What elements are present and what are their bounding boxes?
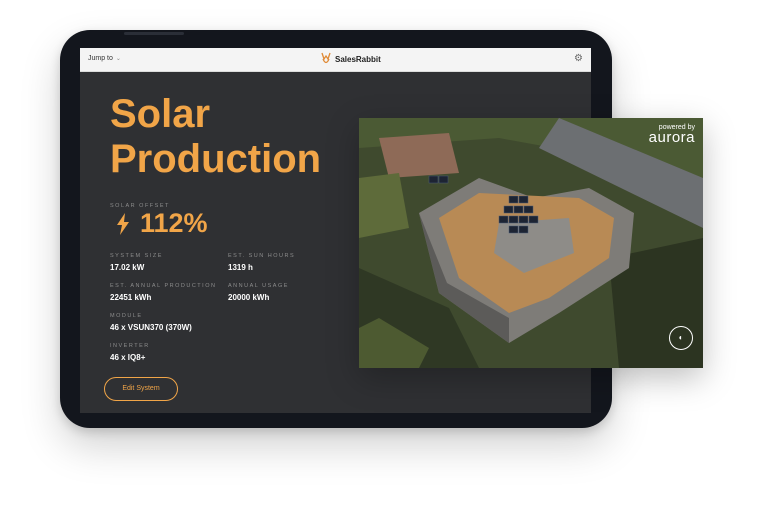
annual-usage-label: ANNUAL USAGE bbox=[228, 283, 289, 289]
title-line-2: Production bbox=[110, 137, 322, 181]
inverter-value: 46 x IQ8+ bbox=[110, 353, 146, 362]
sun-hours-label: EST. SUN HOURS bbox=[228, 253, 296, 259]
title-line-1: Solar bbox=[110, 92, 211, 136]
jump-to-menu[interactable]: Jump to ⌄ bbox=[88, 55, 121, 62]
aerial-image bbox=[359, 118, 703, 368]
lightning-icon bbox=[117, 212, 129, 235]
rabbit-logo-icon bbox=[321, 52, 331, 64]
system-size-label: SYSTEM SIZE bbox=[110, 253, 163, 259]
annual-production-label: EST. ANNUAL PRODUCTION bbox=[110, 283, 217, 289]
module-label: MODULE bbox=[110, 313, 143, 319]
inverter-label: INVERTER bbox=[110, 343, 150, 349]
brand-name: SalesRabbit bbox=[335, 54, 381, 64]
jump-to-label: Jump to bbox=[88, 55, 113, 62]
aerial-3d-view[interactable]: powered by aurora ◐ bbox=[359, 118, 703, 368]
aurora-badge: powered by aurora bbox=[649, 124, 695, 146]
chevron-down-icon: ⌄ bbox=[115, 56, 121, 62]
sun-hours-value: 1319 h bbox=[228, 263, 253, 272]
system-size-value: 17.02 kW bbox=[110, 263, 145, 272]
solar-offset-value: 112% bbox=[140, 208, 208, 238]
aurora-logo: aurora bbox=[648, 129, 695, 146]
edit-system-button[interactable]: Edit System bbox=[104, 377, 178, 401]
page-title: Solar Production bbox=[110, 92, 321, 182]
compass-icon[interactable]: ◐ bbox=[669, 326, 693, 350]
annual-production-value: 22451 kWh bbox=[110, 293, 152, 302]
top-bar: Jump to ⌄ SalesRabbit ⚙ bbox=[80, 48, 591, 72]
solar-offset: 112% bbox=[116, 208, 208, 239]
annual-usage-value: 20000 kWh bbox=[228, 293, 270, 302]
tablet-edge-detail bbox=[124, 32, 184, 35]
module-value: 46 x VSUN370 (370W) bbox=[110, 323, 192, 332]
brand-logo: SalesRabbit bbox=[320, 52, 381, 66]
gear-icon[interactable]: ⚙ bbox=[574, 54, 583, 64]
